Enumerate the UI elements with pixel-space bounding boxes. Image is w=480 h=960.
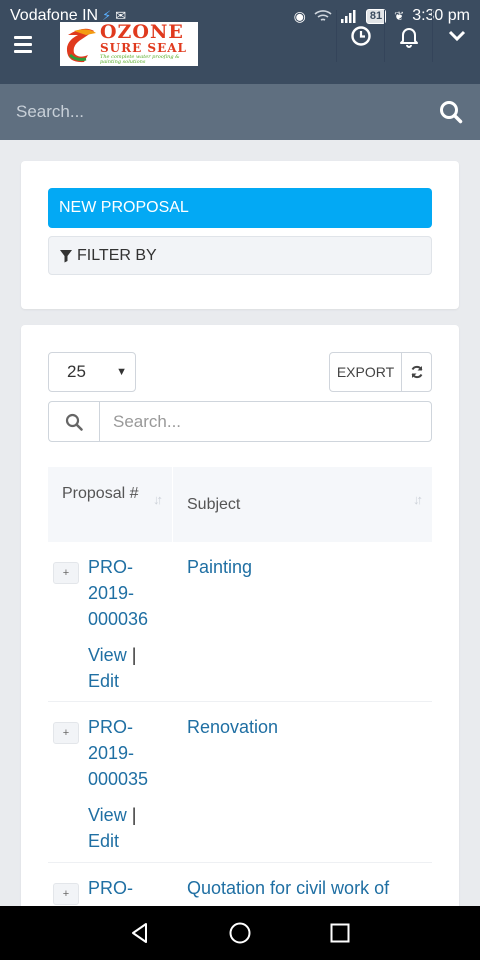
back-icon[interactable] bbox=[128, 921, 152, 945]
profile-dropdown-button[interactable] bbox=[432, 10, 480, 62]
subject-link[interactable]: Painting bbox=[187, 554, 427, 580]
notifications-button[interactable] bbox=[384, 10, 432, 62]
system-nav-bar bbox=[0, 906, 480, 960]
edit-link[interactable]: Edit bbox=[88, 828, 158, 854]
row-actions: View | Edit bbox=[88, 802, 158, 854]
proposal-number-link[interactable]: PRO- 2019- 000035 bbox=[88, 714, 166, 792]
table-search[interactable]: Search... bbox=[48, 401, 432, 442]
caret-down-icon: ▼ bbox=[116, 366, 127, 378]
logo-title: OZONE bbox=[100, 21, 184, 43]
expand-row-button[interactable]: + bbox=[53, 883, 79, 905]
wifi-icon bbox=[314, 10, 332, 21]
subject-link[interactable]: Renovation bbox=[187, 714, 427, 740]
logo-mark-icon bbox=[64, 25, 98, 63]
home-icon[interactable] bbox=[228, 921, 252, 945]
filter-icon bbox=[60, 249, 72, 262]
filter-by-label: FILTER BY bbox=[77, 246, 157, 264]
view-link[interactable]: View bbox=[88, 805, 127, 825]
export-button[interactable]: EXPORT bbox=[329, 352, 402, 392]
refresh-icon bbox=[411, 365, 422, 379]
sort-icon: ↓↑ bbox=[413, 492, 423, 507]
search-icon[interactable] bbox=[438, 99, 464, 125]
proposal-actions-card: NEW PROPOSAL FILTER BY bbox=[21, 161, 459, 309]
clock-icon bbox=[350, 26, 371, 46]
table-row: + PRO- 2019- 000035 View | Edit Renovati… bbox=[48, 702, 432, 863]
bell-icon bbox=[399, 28, 418, 48]
new-proposal-button[interactable]: NEW PROPOSAL bbox=[48, 188, 432, 228]
subject-link[interactable]: Quotation for civil work of bbox=[187, 875, 427, 901]
edit-link[interactable]: Edit bbox=[88, 668, 158, 694]
expand-row-button[interactable]: + bbox=[53, 562, 79, 584]
reload-button[interactable] bbox=[401, 352, 432, 392]
row-actions: View | Edit bbox=[88, 642, 158, 694]
global-search-bar[interactable]: Search... bbox=[0, 84, 480, 140]
app-header: OZONE SURE SEAL The complete water proof… bbox=[0, 10, 480, 84]
view-link[interactable]: View bbox=[88, 645, 127, 665]
timesheet-button[interactable] bbox=[336, 10, 384, 62]
logo-tagline: The complete water proofing & painting s… bbox=[100, 54, 180, 65]
global-search-input[interactable]: Search... bbox=[16, 102, 438, 122]
proposals-table-card: 25 ▼ EXPORT Search... Proposal # ↓↑ Subj… bbox=[21, 325, 459, 925]
column-header-subject[interactable]: Subject ↓↑ bbox=[173, 467, 432, 542]
table-header: Proposal # ↓↑ Subject ↓↑ bbox=[48, 467, 432, 542]
table-row: + PRO- 2019- 000036 View | Edit Painting bbox=[48, 542, 432, 702]
search-icon bbox=[49, 402, 100, 441]
chevron-down-icon bbox=[448, 30, 465, 42]
sort-icon: ↓↑ bbox=[153, 492, 163, 507]
company-logo[interactable]: OZONE SURE SEAL The complete water proof… bbox=[60, 22, 198, 66]
per-page-select[interactable]: 25 ▼ bbox=[48, 352, 136, 392]
eye-icon: ◉ bbox=[293, 7, 306, 24]
recents-icon[interactable] bbox=[328, 921, 352, 945]
table-search-input[interactable]: Search... bbox=[100, 402, 431, 441]
per-page-value: 25 bbox=[67, 362, 86, 381]
proposal-number-link[interactable]: PRO- bbox=[88, 875, 166, 901]
column-header-proposal[interactable]: Proposal # ↓↑ bbox=[48, 467, 173, 542]
filter-by-button[interactable]: FILTER BY bbox=[48, 236, 432, 275]
proposal-number-link[interactable]: PRO- 2019- 000036 bbox=[88, 554, 166, 632]
logo-subtitle: SURE SEAL bbox=[100, 41, 187, 55]
menu-icon[interactable] bbox=[14, 32, 40, 56]
expand-row-button[interactable]: + bbox=[53, 722, 79, 744]
